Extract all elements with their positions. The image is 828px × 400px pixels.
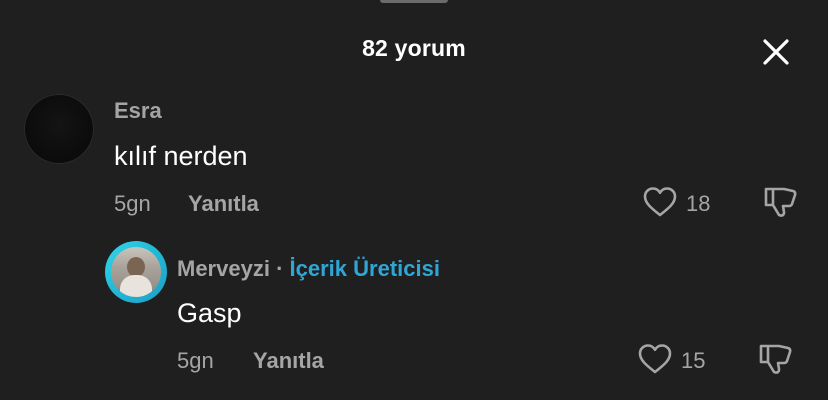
avatar[interactable] bbox=[24, 94, 94, 164]
close-button[interactable] bbox=[760, 36, 792, 68]
comment-text: kılıf nerden bbox=[114, 141, 248, 171]
thumbs-down-icon[interactable] bbox=[762, 184, 798, 220]
username-separator: · bbox=[276, 256, 284, 281]
reply-text: Gasp bbox=[177, 298, 242, 328]
avatar-photo-head bbox=[127, 257, 145, 277]
reply-button[interactable]: Yanıtla bbox=[253, 348, 324, 374]
avatar-photo-body bbox=[120, 275, 152, 297]
close-icon bbox=[763, 39, 789, 65]
like-count: 18 bbox=[686, 191, 711, 216]
reply-username-line: Merveyzi · İçerik Üreticisi bbox=[177, 256, 440, 282]
heart-icon[interactable] bbox=[638, 343, 672, 375]
comments-count-title: 82 yorum bbox=[362, 35, 466, 61]
like-count: 15 bbox=[681, 348, 706, 373]
avatar[interactable] bbox=[111, 247, 161, 297]
reply-button[interactable]: Yanıtla bbox=[188, 191, 259, 217]
comment-username[interactable]: Esra bbox=[114, 98, 162, 124]
sheet-drag-handle[interactable] bbox=[380, 0, 448, 3]
creator-badge: İçerik Üreticisi bbox=[289, 256, 440, 281]
reply-username[interactable]: Merveyzi bbox=[177, 256, 270, 281]
reply-timestamp: 5gn bbox=[177, 348, 214, 373]
thumbs-down-icon[interactable] bbox=[757, 341, 793, 377]
comment-timestamp: 5gn bbox=[114, 191, 151, 216]
heart-icon[interactable] bbox=[643, 186, 677, 218]
